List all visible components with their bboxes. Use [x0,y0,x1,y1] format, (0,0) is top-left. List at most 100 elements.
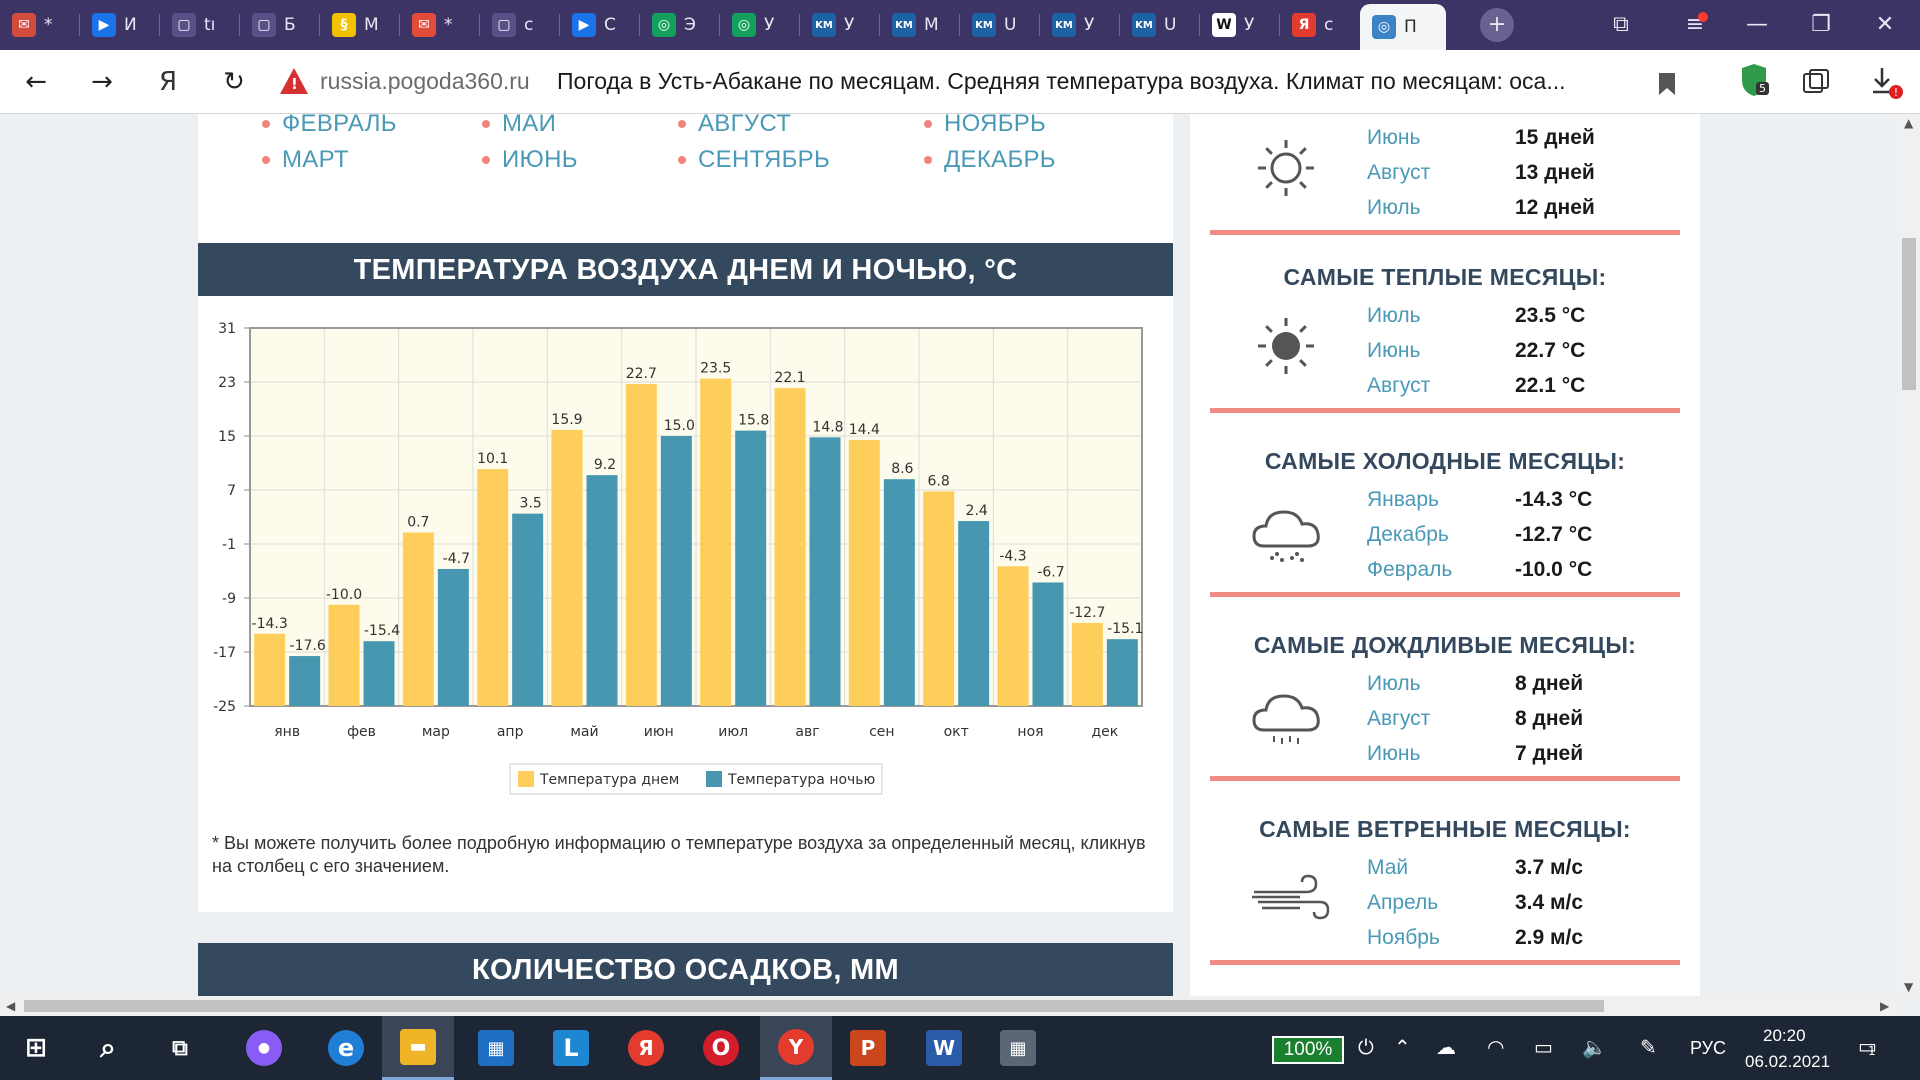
notifications-button[interactable]: ▭ 1 [1858,1034,1877,1058]
browser-tab[interactable]: ▶ И [80,6,158,44]
browser-tab[interactable]: WУ [1200,6,1278,44]
language-indicator[interactable]: РУС [1690,1038,1726,1059]
month-link-november[interactable]: НОЯБРЬ [923,114,1046,138]
wifi-icon[interactable]: ◠ [1487,1035,1504,1059]
back-button[interactable]: ← [18,64,54,100]
day-temperature-bar[interactable] [700,378,732,706]
horizontal-scroll-thumb[interactable] [24,1000,1604,1012]
extension-button[interactable]: 5 [1738,64,1772,98]
clock-time[interactable]: 20:20 [1763,1026,1806,1046]
stat-month-link[interactable]: Август [1367,374,1430,398]
browser-tab[interactable]: ◎ Э [640,6,718,44]
browser-tab[interactable]: KM М [880,6,958,44]
tray-expand-icon[interactable]: ⌃ [1394,1035,1411,1059]
taskbar-app[interactable]: ▬ [382,1016,454,1080]
tab-manager-icon[interactable]: ⧉ [1606,10,1636,40]
stat-month-link[interactable]: Январь [1367,488,1439,512]
day-temperature-bar[interactable] [1071,622,1103,706]
stat-month-link[interactable]: Август [1367,707,1430,731]
clock-date[interactable]: 06.02.2021 [1745,1052,1830,1072]
night-temperature-bar[interactable] [586,475,618,706]
browser-tab[interactable]: ✉ * [400,6,478,44]
night-temperature-bar[interactable] [809,437,841,706]
close-icon[interactable]: ✕ [1870,10,1900,40]
stat-month-link[interactable]: Июнь [1367,742,1420,766]
day-temperature-bar[interactable] [551,429,583,706]
stat-month-link[interactable]: Май [1367,856,1408,880]
reload-button[interactable]: ↻ [216,64,252,100]
taskbar-app[interactable]: ▦ [460,1016,532,1080]
taskbar-app[interactable]: L [535,1016,607,1080]
browser-tab[interactable]: ◎ У [720,6,798,44]
night-temperature-bar[interactable] [1032,582,1064,706]
day-temperature-bar[interactable] [774,388,806,706]
onedrive-icon[interactable]: ☁ [1436,1035,1456,1059]
forward-button[interactable]: → [84,64,120,100]
url-domain[interactable]: russia.pogoda360.ru [320,68,530,95]
month-link-december[interactable]: ДЕКАБРЬ [924,146,1056,174]
stat-month-link[interactable]: Июнь [1367,126,1420,150]
page-title[interactable]: Погода в Усть-Абакане по месяцам. Средня… [557,68,1566,95]
month-link-august[interactable]: АВГУСТ [677,114,791,138]
month-link-june[interactable]: ИЮНЬ [482,146,578,174]
night-temperature-bar[interactable] [1106,639,1138,706]
browser-tab[interactable]: ▶ С [560,6,638,44]
minimize-icon[interactable]: — [1742,10,1772,40]
pen-icon[interactable]: ✎ [1640,1035,1657,1059]
day-temperature-bar[interactable] [848,440,880,706]
taskbar-app[interactable]: Я [610,1016,682,1080]
stat-month-link[interactable]: Июль [1367,304,1421,328]
collections-icon[interactable] [1802,68,1832,96]
browser-tab[interactable]: ◎ П [1360,4,1446,50]
taskbar-app[interactable]: ▦ [982,1016,1054,1080]
stat-month-link[interactable]: Август [1367,161,1430,185]
stat-month-link[interactable]: Июль [1367,196,1421,220]
new-tab-button[interactable]: + [1480,8,1514,42]
stat-month-link[interactable]: Ноябрь [1367,926,1440,950]
taskbar-app[interactable]: Y [760,1016,832,1080]
night-temperature-bar[interactable] [363,641,395,706]
day-temperature-bar[interactable] [997,566,1029,706]
night-temperature-bar[interactable] [735,430,767,706]
day-temperature-bar[interactable] [328,604,360,706]
day-temperature-bar[interactable] [254,633,286,706]
day-temperature-bar[interactable] [923,491,955,706]
browser-tab[interactable]: ▢ Б [240,6,318,44]
browser-tab[interactable]: KM U [1120,6,1198,44]
browser-tab[interactable]: Яс [1280,6,1358,44]
taskbar-app[interactable]: P [832,1016,904,1080]
download-icon[interactable]: ! [1870,66,1904,100]
stat-month-link[interactable]: Декабрь [1367,523,1449,547]
browser-tab[interactable]: § М [320,6,398,44]
night-temperature-bar[interactable] [660,436,692,706]
battery-icon[interactable]: ▭ [1534,1035,1553,1059]
night-temperature-bar[interactable] [958,521,990,706]
browser-tab[interactable]: ▢ с [480,6,558,44]
stat-month-link[interactable]: Июнь [1367,339,1420,363]
browser-tab[interactable]: KM U [960,6,1038,44]
scroll-down-arrow[interactable]: ▼ [1904,980,1913,994]
taskbar-app[interactable]: ⧉ [144,1016,216,1080]
vertical-scroll-thumb[interactable] [1902,238,1916,390]
day-temperature-bar[interactable] [402,532,434,706]
yandex-button[interactable]: Я [150,64,186,100]
taskbar-app[interactable]: e [310,1016,382,1080]
browser-tab[interactable]: ▢ tı [160,6,238,44]
browser-tab[interactable]: KM У [1040,6,1118,44]
security-warning-icon[interactable]: ! [280,68,308,94]
night-temperature-bar[interactable] [512,513,544,706]
month-link-march[interactable]: МАРТ [262,146,349,174]
taskbar-app[interactable]: ⊞ [0,1016,72,1080]
vertical-scrollbar[interactable]: ▲ ▼ [1898,114,1920,996]
night-temperature-bar[interactable] [289,656,321,706]
taskbar-app[interactable]: W [908,1016,980,1080]
maximize-icon[interactable]: ❐ [1806,10,1836,40]
bookmark-icon[interactable] [1657,72,1677,96]
stat-month-link[interactable]: Июль [1367,672,1421,696]
scroll-left-arrow[interactable]: ◀ [6,999,15,1013]
taskbar-app[interactable]: ● [228,1016,300,1080]
scroll-right-arrow[interactable]: ▶ [1880,999,1889,1013]
month-link-may[interactable]: МАЙ [481,114,556,138]
browser-tab[interactable]: KM У [800,6,878,44]
month-link-september[interactable]: СЕНТЯБРЬ [677,146,830,174]
